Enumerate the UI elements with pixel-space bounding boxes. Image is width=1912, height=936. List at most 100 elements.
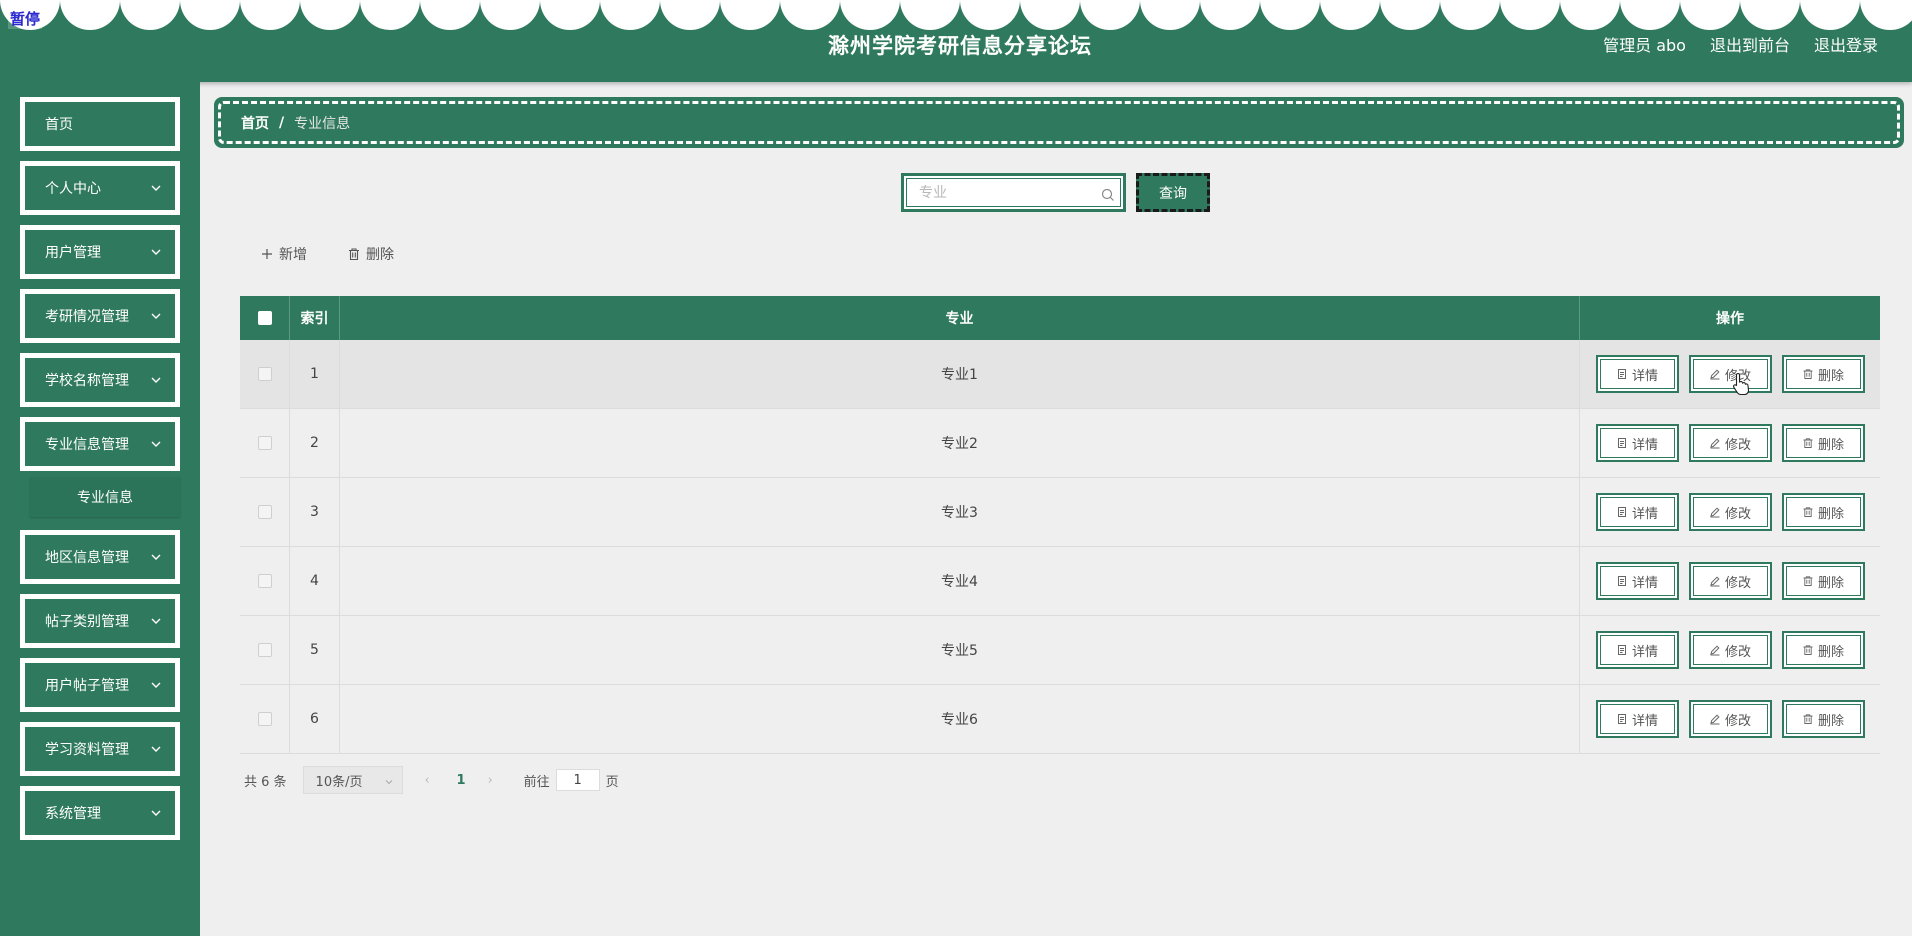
delete-button[interactable]: 删除 <box>1781 355 1865 393</box>
sidebar-item-system-management[interactable]: 系统管理 <box>20 786 180 840</box>
table-body: 1专业1详情修改删除2专业2详情修改删除3专业3详情修改删除4专业4详情修改删除… <box>240 340 1880 754</box>
delete-button[interactable]: 删除 <box>1781 424 1865 462</box>
chevron-down-icon <box>151 185 161 191</box>
row-index: 5 <box>290 616 340 684</box>
delete-button[interactable]: 删除 <box>1781 562 1865 600</box>
sidebar-item-post-categories[interactable]: 帖子类别管理 <box>20 594 180 648</box>
major-search-input[interactable] <box>906 178 1121 207</box>
sidebar-item-exam-status[interactable]: 考研情况管理 <box>20 289 180 343</box>
trash-icon <box>1803 369 1813 379</box>
goto-page-input[interactable]: 1 <box>555 769 600 791</box>
row-checkbox[interactable] <box>257 367 272 381</box>
detail-button[interactable]: 详情 <box>1595 631 1679 669</box>
pencil-icon <box>1710 438 1720 449</box>
detail-button-label: 详情 <box>1631 713 1658 729</box>
pencil-icon <box>1710 645 1720 656</box>
edit-button[interactable]: 修改 <box>1688 493 1772 531</box>
detail-button-label: 详情 <box>1631 575 1658 591</box>
back-to-front-link[interactable]: 退出到前台 <box>1710 32 1790 56</box>
top-header: 滁州学院考研信息分享论坛 管理员 abo 退出到前台 退出登录 <box>0 0 1912 82</box>
edit-button[interactable]: 修改 <box>1688 355 1772 393</box>
row-checkbox[interactable] <box>257 643 272 657</box>
row-operations: 详情 修改 删除 <box>1580 340 1880 408</box>
detail-button[interactable]: 详情 <box>1595 700 1679 738</box>
table-row: 3 专业3 详情 修改 删除 <box>240 478 1880 547</box>
detail-button-label: 详情 <box>1631 368 1658 384</box>
batch-delete-button[interactable]: 删除 <box>347 244 394 264</box>
table-row: 2 专业2 详情 修改 删除 <box>240 409 1880 478</box>
edit-button-label: 修改 <box>1724 644 1751 660</box>
edit-button[interactable]: 修改 <box>1688 562 1772 600</box>
detail-button[interactable]: 详情 <box>1595 493 1679 531</box>
trash-icon <box>349 248 359 261</box>
row-checkbox[interactable] <box>257 574 272 588</box>
delete-button[interactable]: 删除 <box>1781 631 1865 669</box>
sidebar-item-region-info[interactable]: 地区信息管理 <box>20 530 180 584</box>
header-operations: 操作 <box>1716 311 1744 327</box>
table-row: 5 专业5 详情 修改 删除 <box>240 616 1880 685</box>
chevron-up-icon <box>151 441 161 447</box>
row-checkbox-cell <box>240 616 290 684</box>
delete-button[interactable]: 删除 <box>1781 493 1865 531</box>
document-icon <box>1617 645 1626 655</box>
sidebar-item-user-management[interactable]: 用户管理 <box>20 225 180 279</box>
detail-button-label: 详情 <box>1631 437 1658 453</box>
next-page-button[interactable]: › <box>488 773 498 788</box>
search-icon <box>1101 188 1114 201</box>
pencil-icon <box>1710 576 1720 587</box>
page-size-select[interactable]: 10条/页 <box>302 766 403 794</box>
trash-icon <box>1803 714 1813 724</box>
sidebar-item-study-materials[interactable]: 学习资料管理 <box>20 722 180 776</box>
delete-button-label: 删除 <box>1817 575 1844 591</box>
edit-button[interactable]: 修改 <box>1688 424 1772 462</box>
breadcrumb-home-link[interactable]: 首页 <box>241 113 269 133</box>
chevron-down-icon <box>151 313 161 319</box>
delete-button-label: 删除 <box>1817 437 1844 453</box>
row-index: 1 <box>290 340 340 408</box>
pause-tag[interactable]: 暂停 <box>8 8 43 29</box>
document-icon <box>1617 438 1626 448</box>
edit-button[interactable]: 修改 <box>1688 700 1772 738</box>
document-icon <box>1617 714 1626 724</box>
breadcrumb: 首页 / 专业信息 <box>214 97 1904 148</box>
row-operations: 详情 修改 删除 <box>1580 685 1880 753</box>
trash-icon <box>1803 576 1813 586</box>
sidebar-item-school-names[interactable]: 学校名称管理 <box>20 353 180 407</box>
edit-button[interactable]: 修改 <box>1688 631 1772 669</box>
sidebar-item-personal-center[interactable]: 个人中心 <box>20 161 180 215</box>
sidebar-item-label: 首页 <box>45 117 73 133</box>
row-checkbox[interactable] <box>257 436 272 450</box>
query-button[interactable]: 查询 <box>1136 173 1210 212</box>
current-page-number[interactable]: 1 <box>457 773 466 788</box>
header-nav: 管理员 abo 退出到前台 退出登录 <box>1603 32 1878 56</box>
row-checkbox[interactable] <box>257 505 272 519</box>
detail-button[interactable]: 详情 <box>1595 355 1679 393</box>
delete-button-label: 删除 <box>1817 713 1844 729</box>
search-box <box>901 173 1126 212</box>
row-major: 专业4 <box>340 547 1580 615</box>
header-scallop-decoration <box>0 0 1912 32</box>
add-button[interactable]: 新增 <box>260 244 307 264</box>
trash-icon <box>1803 645 1813 655</box>
delete-button[interactable]: 删除 <box>1781 700 1865 738</box>
row-checkbox[interactable] <box>257 712 272 726</box>
sidebar-item-label: 帖子类别管理 <box>45 614 129 630</box>
row-operations: 详情 修改 删除 <box>1580 616 1880 684</box>
detail-button[interactable]: 详情 <box>1595 562 1679 600</box>
select-all-checkbox[interactable] <box>257 311 272 325</box>
logout-link[interactable]: 退出登录 <box>1814 32 1878 56</box>
document-icon <box>1617 576 1626 586</box>
sidebar-item-user-posts[interactable]: 用户帖子管理 <box>20 658 180 712</box>
row-checkbox-cell <box>240 478 290 546</box>
pencil-icon <box>1710 507 1720 518</box>
row-major: 专业1 <box>340 340 1580 408</box>
sidebar-subitem-major-info[interactable]: 专业信息 <box>30 477 180 517</box>
detail-button[interactable]: 详情 <box>1595 424 1679 462</box>
sidebar-item-home[interactable]: 首页 <box>20 97 180 151</box>
sidebar-item-major-info[interactable]: 专业信息管理 <box>20 417 180 471</box>
chevron-down-icon <box>151 554 161 560</box>
major-table: 索引 专业 操作 1专业1详情修改删除2专业2详情修改删除3专业3详情修改删除4… <box>240 296 1880 754</box>
chevron-down-icon <box>151 810 161 816</box>
prev-page-button[interactable]: ‹ <box>425 773 435 788</box>
breadcrumb-inner: 首页 / 专业信息 <box>218 101 1900 144</box>
